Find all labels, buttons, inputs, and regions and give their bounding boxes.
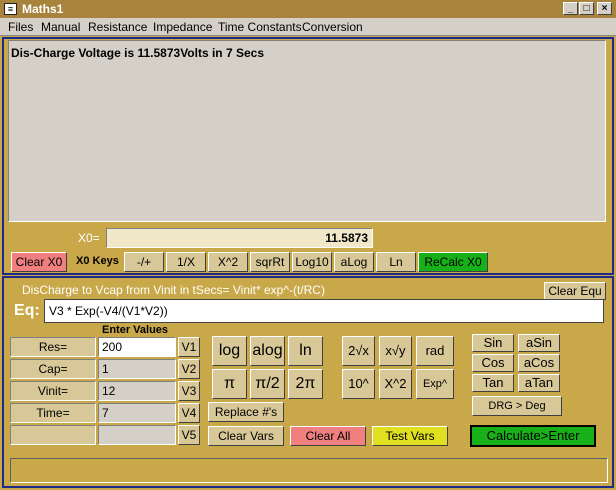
time-input[interactable]: 7 [98,403,176,423]
v2-button[interactable]: V2 [178,359,200,379]
v1-button[interactable]: V1 [178,337,200,357]
pi-button[interactable]: π [212,369,247,399]
asin-button[interactable]: aSin [518,334,560,352]
res-input[interactable]: 200 [98,337,176,357]
negate-button[interactable]: -/+ [124,252,164,272]
v4-button[interactable]: V4 [178,403,200,423]
ln-button[interactable]: Ln [376,252,416,272]
test-vars-button[interactable]: Test Vars [372,426,448,446]
recalc-x0-button[interactable]: ReCalc X0 [418,252,488,272]
nthroot-button[interactable]: x√y [379,336,412,366]
eq-label: Eq: [14,302,40,319]
atan-button[interactable]: aTan [518,374,560,392]
title-bar: ≡ Maths1 _ □ × [0,0,616,18]
clear-vars-button[interactable]: Clear Vars [208,426,284,446]
result-text: Dis-Charge Voltage is 11.5873Volts in 7 … [11,46,265,60]
minimize-button[interactable]: _ [563,2,578,15]
sqrt2-button[interactable]: 2√x [342,336,375,366]
res-label: Res= [10,337,96,357]
cap-label: Cap= [10,359,96,379]
clear-x0-button[interactable]: Clear X0 [11,252,67,272]
ln-func-button[interactable]: ln [288,336,323,366]
alog-func-button[interactable]: alog [250,336,285,366]
log10-button[interactable]: Log10 [292,252,332,272]
equation-input[interactable]: V3 * Exp(-V4/(V1*V2)) [44,299,604,323]
alog-button[interactable]: aLog [334,252,374,272]
menu-conversion[interactable]: Conversion [302,20,363,34]
menu-manual[interactable]: Manual [41,20,80,34]
v5-label [10,425,96,445]
window-title: Maths1 [22,2,64,16]
x0-label: X0= [78,231,100,245]
menu-impedance[interactable]: Impedance [153,20,212,34]
menu-files[interactable]: Files [8,20,33,34]
result-display: Dis-Charge Voltage is 11.5873Volts in 7 … [8,40,606,222]
cos-button[interactable]: Cos [472,354,514,372]
pow10-button[interactable]: 10^ [342,369,375,399]
menu-time-constants[interactable]: Time Constants [218,20,302,34]
calculate-enter-button[interactable]: Calculate>Enter [470,425,596,447]
x0-field[interactable]: 11.5873 [106,228,373,248]
reciprocal-button[interactable]: 1/X [166,252,206,272]
v5-button[interactable]: V5 [178,425,200,445]
xpow2-button[interactable]: X^2 [379,369,412,399]
pi-half-button[interactable]: π/2 [250,369,285,399]
tan-button[interactable]: Tan [472,374,514,392]
square-button[interactable]: X^2 [208,252,248,272]
v5-input[interactable] [98,425,176,445]
replace-button[interactable]: Replace #'s [208,402,284,422]
rad-button[interactable]: rad [416,336,454,366]
exp-button[interactable]: Exp^ [416,369,454,399]
clear-equation-button[interactable]: Clear Equ [544,282,606,300]
calc-icon: ≡ [4,3,17,15]
sqrt-button[interactable]: sqrRt [250,252,290,272]
x0-keys-label: X0 Keys [76,255,119,267]
maximize-button[interactable]: □ [579,2,594,15]
clear-all-button[interactable]: Clear All [290,426,366,446]
log-button[interactable]: log [212,336,247,366]
menu-resistance[interactable]: Resistance [88,20,147,34]
drg-button[interactable]: DRG > Deg [472,396,562,416]
status-bar [10,458,608,483]
vinit-input[interactable]: 12 [98,381,176,401]
two-pi-button[interactable]: 2π [288,369,323,399]
vinit-label: Vinit= [10,381,96,401]
enter-values-header: Enter Values [102,324,169,336]
sin-button[interactable]: Sin [472,334,514,352]
acos-button[interactable]: aCos [518,354,560,372]
close-button[interactable]: × [597,2,612,15]
v3-button[interactable]: V3 [178,381,200,401]
equation-description: DisCharge to Vcap from Vinit in tSecs= V… [22,283,325,297]
time-label: Time= [10,403,96,423]
cap-input[interactable]: 1 [98,359,176,379]
menu-bar: Files Manual Resistance Impedance Time C… [0,18,616,36]
